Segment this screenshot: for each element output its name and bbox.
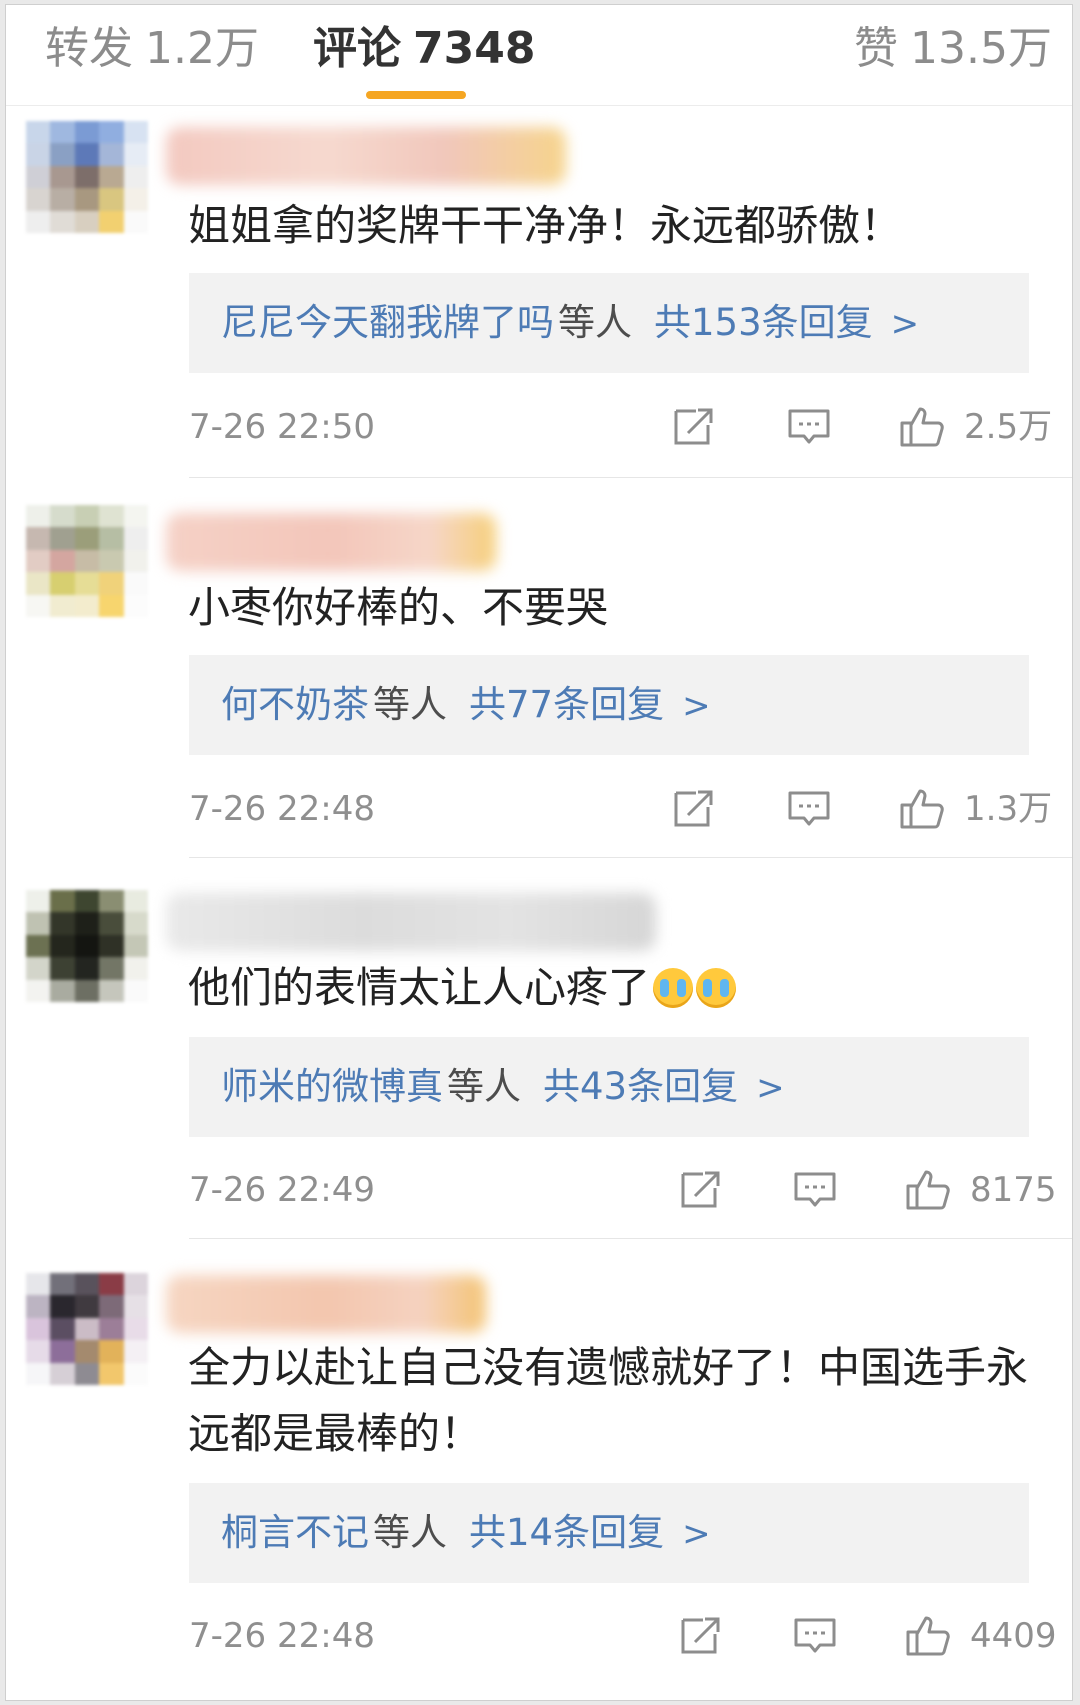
thumbs-up-icon[interactable] (905, 1612, 951, 1658)
divider (189, 1238, 1072, 1239)
comment-time: 7-26 22:48 (189, 1616, 375, 1656)
comment-text-body: 他们的表情太让人心疼了 (188, 963, 651, 1012)
reply-preview[interactable]: 尼尼今天翻我牌了吗 等人 共153条回复 > (189, 273, 1029, 373)
comment-time: 7-26 22:50 (189, 407, 375, 447)
crying-face-icon (696, 968, 737, 1008)
username-redacted[interactable] (166, 127, 566, 185)
comment-meta: 7-26 22:48 1.3万 (189, 779, 1072, 839)
comment-icon[interactable] (786, 403, 832, 449)
reply-user-names[interactable]: 师米的微博真 (221, 1065, 443, 1108)
comment-meta: 7-26 22:48 4409 (189, 1606, 1072, 1666)
thumbs-up-icon[interactable] (899, 785, 945, 831)
tab-comments-label: 评论 (313, 23, 401, 74)
reply-user-names[interactable]: 尼尼今天翻我牌了吗 (221, 301, 554, 344)
like-count: 1.3万 (964, 789, 1053, 829)
username-redacted[interactable] (166, 1275, 486, 1333)
thumbs-up-icon[interactable] (899, 403, 945, 449)
like-count: 4409 (970, 1616, 1057, 1656)
comment-meta: 7-26 22:49 8175 (189, 1160, 1072, 1220)
reply-total[interactable]: 共153条回复 (654, 301, 873, 344)
comment-time: 7-26 22:49 (189, 1170, 375, 1210)
comment-time: 7-26 22:48 (189, 789, 375, 829)
tab-likes[interactable]: 赞 13.5万 (854, 19, 1052, 79)
avatar[interactable] (26, 1273, 148, 1385)
comment-text: 全力以赴让自己没有遗憾就好了！中国选手永远都是最棒的！ (188, 1343, 1029, 1458)
avatar[interactable] (26, 121, 148, 233)
chevron-right-icon: > (756, 1068, 785, 1108)
username-redacted[interactable] (166, 513, 496, 571)
reply-suffix: 等人 (373, 1511, 447, 1554)
username-redacted[interactable] (166, 893, 656, 951)
divider (189, 477, 1072, 478)
active-tab-indicator (366, 91, 466, 99)
tab-likes-count: 13.5万 (910, 23, 1052, 74)
crying-face-icon (653, 968, 694, 1008)
reply-preview[interactable]: 桐言不记 等人 共14条回复 > (189, 1483, 1029, 1583)
comment-text: 姐姐拿的奖牌干干净净！永远都骄傲！ (188, 201, 903, 250)
tab-comments[interactable]: 评论 7348 (313, 19, 535, 79)
reply-total[interactable]: 共14条回复 (469, 1511, 664, 1554)
comment-text: 他们的表情太让人心疼了 (188, 955, 1036, 1021)
reply-suffix: 等人 (373, 683, 447, 726)
tab-repost[interactable]: 转发 1.2万 (45, 19, 259, 79)
share-icon[interactable] (670, 403, 716, 449)
tab-comments-count: 7348 (413, 23, 536, 74)
comment-icon[interactable] (792, 1166, 838, 1212)
avatar[interactable] (26, 890, 148, 1002)
comment-text: 小枣你好棒的、不要哭 (188, 583, 609, 632)
comment-icon[interactable] (786, 785, 832, 831)
comment-meta: 7-26 22:50 2.5万 (189, 397, 1072, 457)
chevron-right-icon: > (682, 686, 711, 726)
share-icon[interactable] (677, 1612, 723, 1658)
reply-user-names[interactable]: 何不奶茶 (221, 683, 369, 726)
like-count: 2.5万 (964, 407, 1053, 447)
reply-preview[interactable]: 师米的微博真 等人 共43条回复 > (189, 1037, 1029, 1137)
avatar[interactable] (26, 505, 148, 617)
comment-icon[interactable] (792, 1612, 838, 1658)
tab-repost-count: 1.2万 (145, 23, 259, 74)
reply-total[interactable]: 共77条回复 (469, 683, 664, 726)
reply-user-names[interactable]: 桐言不记 (221, 1511, 369, 1554)
tab-repost-label: 转发 (45, 23, 133, 74)
tab-bar: 转发 1.2万 评论 7348 赞 13.5万 (6, 5, 1072, 106)
chevron-right-icon: > (890, 304, 920, 344)
reply-suffix: 等人 (558, 301, 632, 344)
thumbs-up-icon[interactable] (905, 1166, 951, 1212)
chevron-right-icon: > (682, 1514, 711, 1554)
reply-suffix: 等人 (447, 1065, 521, 1108)
divider (189, 857, 1072, 858)
reply-preview[interactable]: 何不奶茶 等人 共77条回复 > (189, 655, 1029, 755)
share-icon[interactable] (670, 785, 716, 831)
share-icon[interactable] (677, 1166, 723, 1212)
reply-total[interactable]: 共43条回复 (543, 1065, 738, 1108)
tab-likes-label: 赞 (854, 23, 899, 74)
comment-panel: 转发 1.2万 评论 7348 赞 13.5万 姐姐拿的奖牌干干净净！永远都骄傲！ 尼… (5, 4, 1073, 1701)
like-count: 8175 (970, 1170, 1057, 1210)
